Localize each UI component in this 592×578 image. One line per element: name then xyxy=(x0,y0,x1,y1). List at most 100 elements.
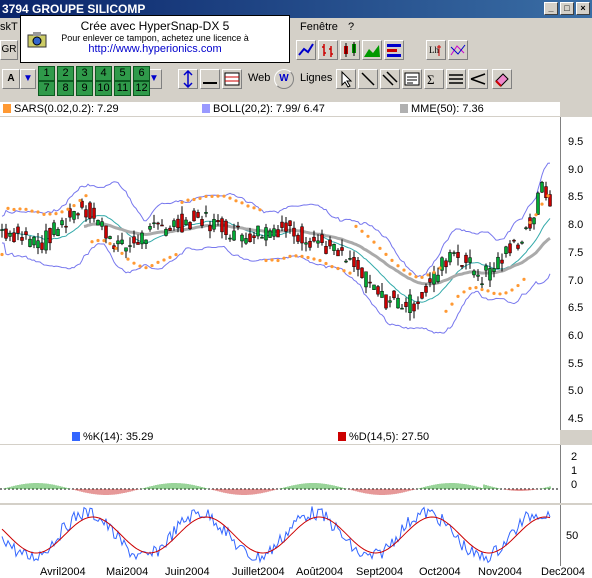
candle-body xyxy=(212,219,216,230)
price-tick-label: 5.0 xyxy=(568,385,584,398)
month-label: Dec2004 xyxy=(541,566,586,578)
price-tick-label: 7.0 xyxy=(568,274,584,287)
horizontal-line-button[interactable] xyxy=(200,69,220,89)
period-button-12[interactable]: 12 xyxy=(133,81,150,96)
sar-dot xyxy=(396,264,400,268)
watermark-url[interactable]: http://www.hyperionics.com xyxy=(21,43,289,55)
candle-body xyxy=(12,232,16,242)
text-button[interactable] xyxy=(402,69,422,89)
sar-dot xyxy=(504,291,508,295)
channel-button[interactable] xyxy=(380,69,400,89)
mme-label: MME(50): xyxy=(411,103,460,115)
candle-body xyxy=(332,243,336,251)
stochastic-panel[interactable] xyxy=(0,505,560,566)
period-button-7[interactable]: 7 xyxy=(38,81,55,96)
eraser-button[interactable] xyxy=(492,69,512,89)
close-button[interactable]: × xyxy=(576,2,590,15)
web-label[interactable]: Web xyxy=(248,72,270,84)
sar-dot xyxy=(60,210,64,214)
candle-body xyxy=(268,230,272,238)
menu-item-0[interactable]: skT xyxy=(0,18,18,36)
sar-dot xyxy=(102,239,106,243)
price-chart-panel[interactable] xyxy=(0,117,560,430)
sar-dot xyxy=(282,256,286,260)
candle-body xyxy=(124,247,128,252)
candle-body xyxy=(524,227,528,229)
web-globe-icon[interactable]: W xyxy=(274,69,294,89)
period-button-4[interactable]: 4 xyxy=(95,66,112,81)
period-button-6[interactable]: 6 xyxy=(133,66,150,81)
period-button-10[interactable]: 10 xyxy=(95,81,112,96)
candle-body xyxy=(116,240,120,245)
fan-button[interactable] xyxy=(468,69,488,89)
candle-body xyxy=(156,222,160,225)
period-button-8[interactable]: 8 xyxy=(57,81,74,96)
candle-body xyxy=(144,239,148,245)
candle-body xyxy=(508,243,512,254)
scale-button[interactable]: Lh xyxy=(426,40,446,60)
oscillator-panel[interactable] xyxy=(0,445,560,503)
candle-body xyxy=(224,220,228,235)
bar-chart-button[interactable] xyxy=(318,40,338,60)
zoom-vertical-button[interactable] xyxy=(178,69,198,89)
candle-body xyxy=(316,240,320,244)
line-chart-button[interactable] xyxy=(296,40,316,60)
maximize-button[interactable]: □ xyxy=(560,2,574,15)
boll-legend: BOLL(20,2): 7.99/ 6.47 xyxy=(202,102,325,116)
candle-body xyxy=(432,272,436,285)
ticker-box[interactable]: GR xyxy=(0,40,18,60)
mme-swatch xyxy=(400,104,408,113)
d-value: 27.50 xyxy=(401,431,430,443)
area-chart-button[interactable] xyxy=(362,40,382,60)
compare-button[interactable] xyxy=(448,40,468,60)
candle-body xyxy=(0,229,4,231)
candle-body xyxy=(336,249,340,257)
price-axis: 9.5 9.0 8.5 8.0 7.5 7.0 6.5 6.0 5.5 5.0 4.5 xyxy=(560,117,592,430)
sar-dot xyxy=(138,264,142,268)
candlestick-icon xyxy=(344,42,356,57)
period-button-1[interactable]: 1 xyxy=(38,66,55,81)
candle-body xyxy=(172,220,176,227)
sar-dot xyxy=(510,288,514,292)
minimize-button[interactable]: _ xyxy=(544,2,558,15)
candle-body xyxy=(372,284,376,290)
sar-dot xyxy=(294,254,298,258)
price-tick-label: 6.0 xyxy=(568,329,584,342)
candle-body xyxy=(384,294,388,309)
candle-body xyxy=(184,219,188,226)
candle-body xyxy=(296,234,300,242)
pointer-icon xyxy=(341,70,353,88)
candle-body xyxy=(396,297,400,309)
sar-dot xyxy=(300,254,304,258)
stoch-legend: %K(14): 35.29 %D(14,5): 27.50 xyxy=(0,430,560,444)
candle-body xyxy=(236,225,240,228)
menu-item-help[interactable]: ? xyxy=(348,18,354,36)
sar-dot xyxy=(432,270,436,274)
font-button[interactable]: A xyxy=(2,69,20,89)
candle-chart-button[interactable] xyxy=(340,40,360,60)
table-button[interactable] xyxy=(222,69,242,89)
candle-body xyxy=(148,226,152,230)
candle-body xyxy=(512,239,516,242)
period-button-3[interactable]: 3 xyxy=(76,66,93,81)
fibonacci-button[interactable]: Σ xyxy=(424,69,444,89)
window-title: 3794 GROUPE SILICOMP xyxy=(2,2,146,16)
sar-value: 7.29 xyxy=(97,103,119,115)
menu-item-window[interactable]: Fenêtre xyxy=(300,18,338,36)
toolbar-bottom: A ▼ ▼ Web W Lignes Σ 1 2 3 4 5 6 7 8 9 10 11 12 xyxy=(0,63,592,98)
volume-button[interactable] xyxy=(384,40,404,60)
pointer-button[interactable] xyxy=(336,69,356,89)
svg-text:Σ: Σ xyxy=(427,72,435,87)
period-button-5[interactable]: 5 xyxy=(114,66,131,81)
period-button-2[interactable]: 2 xyxy=(57,66,74,81)
trendline-button[interactable] xyxy=(358,69,378,89)
period-button-11[interactable]: 11 xyxy=(114,81,131,96)
period-button-9[interactable]: 9 xyxy=(76,81,93,96)
candle-body xyxy=(72,211,76,220)
candle-body xyxy=(280,221,284,228)
fan-lines-icon xyxy=(470,73,486,85)
font-dropdown-button[interactable]: ▼ xyxy=(20,69,36,89)
table-icon xyxy=(224,72,240,86)
retracement-button[interactable] xyxy=(446,69,466,89)
sar-dot xyxy=(18,207,22,211)
